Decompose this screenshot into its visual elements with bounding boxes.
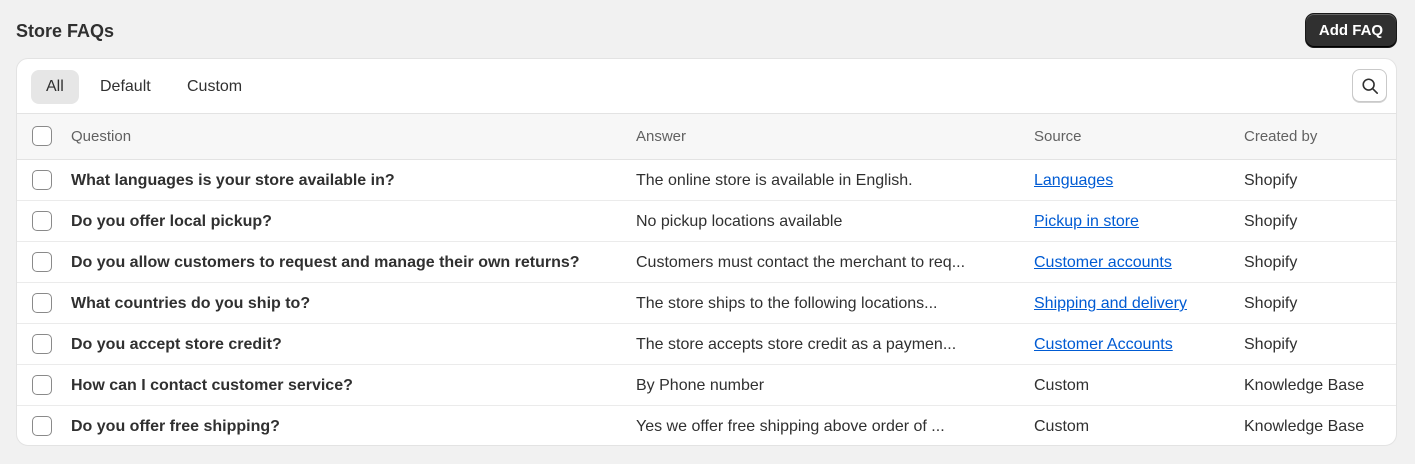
table-row[interactable]: Do you accept store credit? The store acc…: [17, 324, 1396, 365]
source-link[interactable]: Pickup in store: [1034, 212, 1139, 232]
page-header: Store FAQs Add FAQ: [0, 0, 1415, 58]
table-row[interactable]: Do you offer free shipping? Yes we offer …: [17, 406, 1396, 445]
row-checkbox[interactable]: [32, 252, 52, 272]
tab-all[interactable]: All: [31, 70, 79, 104]
select-all-checkbox[interactable]: [32, 126, 52, 146]
search-button[interactable]: [1352, 69, 1387, 102]
table-row[interactable]: What languages is your store available i…: [17, 160, 1396, 201]
tab-default[interactable]: Default: [85, 70, 166, 104]
column-header-answer[interactable]: Answer: [636, 128, 686, 146]
column-header-source[interactable]: Source: [1034, 128, 1082, 146]
source-link[interactable]: Customer accounts: [1034, 253, 1172, 273]
created-by: Knowledge Base: [1244, 418, 1365, 435]
created-by: Shopify: [1244, 254, 1298, 271]
source-link[interactable]: Languages: [1034, 171, 1113, 191]
faq-question[interactable]: Do you offer local pickup?: [71, 212, 272, 232]
source-link[interactable]: Customer Accounts: [1034, 335, 1173, 355]
created-by: Shopify: [1244, 336, 1298, 353]
faq-card: All Default Custom Question Answer Sourc…: [16, 58, 1397, 446]
faq-question[interactable]: Do you offer free shipping?: [71, 417, 280, 437]
faq-question[interactable]: Do you accept store credit?: [71, 335, 282, 355]
faq-answer: Yes we offer free shipping above order o…: [636, 418, 945, 435]
faq-answer: No pickup locations available: [636, 213, 843, 230]
search-icon: [1361, 77, 1378, 94]
table-row[interactable]: What countries do you ship to? The store …: [17, 283, 1396, 324]
created-by: Shopify: [1244, 172, 1298, 189]
created-by: Knowledge Base: [1244, 377, 1365, 394]
row-checkbox[interactable]: [32, 211, 52, 231]
table-row[interactable]: How can I contact customer service? By Ph…: [17, 365, 1396, 406]
column-header-question[interactable]: Question: [71, 128, 131, 146]
source-text: Custom: [1034, 377, 1090, 394]
faq-answer: The online store is available in English…: [636, 172, 913, 189]
created-by: Shopify: [1244, 295, 1298, 312]
row-checkbox[interactable]: [32, 416, 52, 436]
faq-question[interactable]: What countries do you ship to?: [71, 294, 310, 314]
add-faq-button[interactable]: Add FAQ: [1305, 13, 1397, 48]
row-checkbox[interactable]: [32, 293, 52, 313]
table-row[interactable]: Do you allow customers to request and ma…: [17, 242, 1396, 283]
tab-custom[interactable]: Custom: [172, 70, 257, 104]
source-link[interactable]: Shipping and delivery: [1034, 294, 1187, 314]
page-title: Store FAQs: [16, 21, 115, 41]
faq-answer: Customers must contact the merchant to r…: [636, 254, 966, 271]
source-text: Custom: [1034, 418, 1090, 435]
table-body: What languages is your store available i…: [17, 160, 1396, 445]
row-checkbox[interactable]: [32, 170, 52, 190]
faq-question[interactable]: Do you allow customers to request and ma…: [71, 253, 580, 273]
faq-question[interactable]: What languages is your store available i…: [71, 171, 395, 191]
table-header: Question Answer Source Created by: [17, 114, 1396, 160]
row-checkbox[interactable]: [32, 334, 52, 354]
column-header-created-by[interactable]: Created by: [1244, 128, 1317, 146]
table-row[interactable]: Do you offer local pickup? No pickup loca…: [17, 201, 1396, 242]
created-by: Shopify: [1244, 213, 1298, 230]
tab-bar: All Default Custom: [17, 59, 1396, 114]
faq-answer: The store ships to the following locatio…: [636, 295, 938, 312]
row-checkbox[interactable]: [32, 375, 52, 395]
faq-answer: By Phone number: [636, 377, 765, 394]
faq-question[interactable]: How can I contact customer service?: [71, 376, 353, 396]
faq-answer: The store accepts store credit as a paym…: [636, 336, 957, 353]
